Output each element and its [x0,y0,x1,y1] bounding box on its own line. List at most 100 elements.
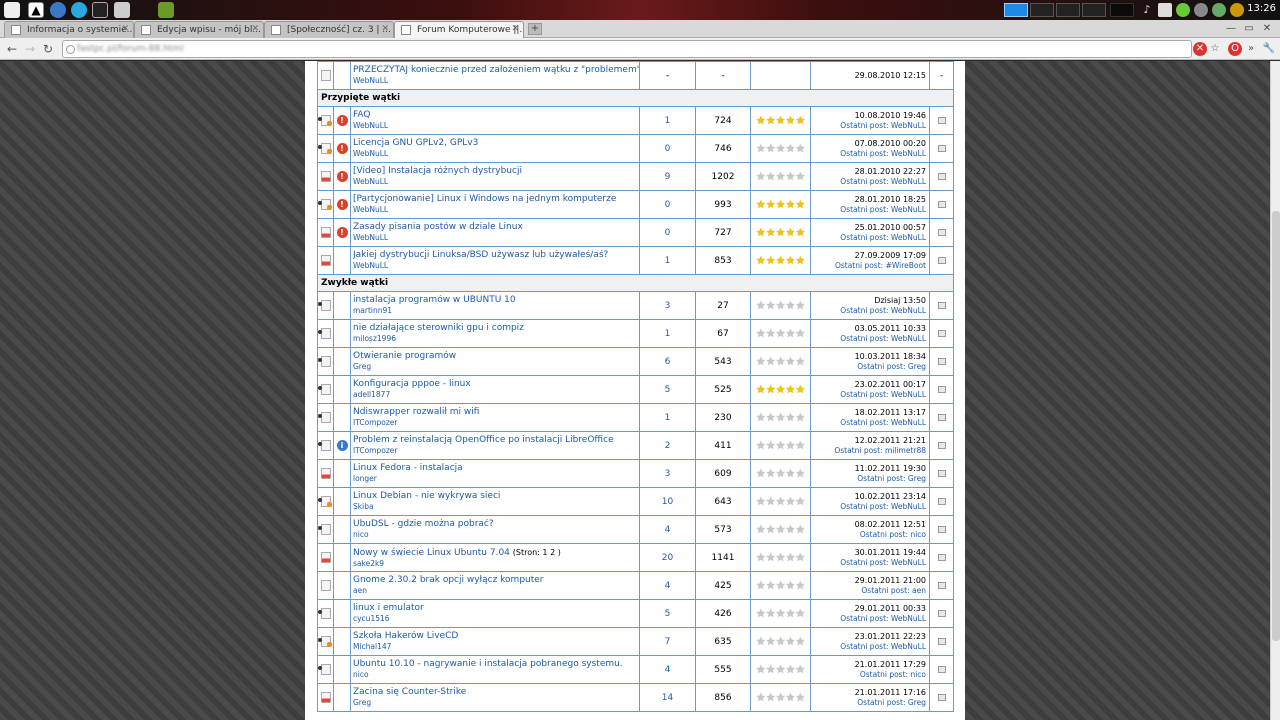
moderation-checkbox[interactable] [937,637,946,645]
thread-title-link[interactable]: Zasady pisania postów w dziale Linux [353,222,523,232]
close-icon[interactable]: ✕ [251,24,259,34]
thread-author-link[interactable]: Greg [353,698,639,708]
tab-system-info[interactable]: Informacja o systemie... ✕ [4,21,134,38]
moderation-checkbox[interactable] [937,329,946,337]
moderation-checkbox[interactable] [937,609,946,617]
last-post-author-link[interactable]: WebNuLL [891,121,926,130]
last-post-author-link[interactable]: milimetr88 [885,446,926,455]
last-post-author-link[interactable]: WebNuLL [891,205,926,214]
close-icon[interactable]: ✕ [381,24,389,34]
replies-count[interactable]: 5 [639,599,696,628]
maximize-icon[interactable]: ▭ [1242,22,1256,35]
moderation-checkbox[interactable] [937,301,946,309]
last-post-author-link[interactable]: #WireBoot [886,261,926,270]
moderation-checkbox[interactable] [937,581,946,589]
last-post-author-link[interactable]: WebNuLL [891,233,926,242]
penguin-icon[interactable] [4,2,20,18]
workspace-2[interactable] [1030,3,1054,17]
last-post-author-link[interactable]: WebNuLL [891,642,926,651]
replies-count[interactable]: 14 [639,683,696,712]
last-post-author-link[interactable]: WebNuLL [891,418,926,427]
new-tab-button[interactable]: + [528,23,542,35]
close-icon[interactable]: ✕ [511,24,519,34]
replies-count[interactable]: 10 [639,487,696,516]
last-post-author-link[interactable]: WebNuLL [891,614,926,623]
last-post-author-link[interactable]: WebNuLL [891,390,926,399]
thread-author-link[interactable]: Michal147 [353,642,639,652]
replies-count[interactable]: 0 [639,218,696,247]
forward-button[interactable]: → [22,41,38,57]
thread-author-link[interactable]: Greg [353,362,639,372]
last-post-author-link[interactable]: Greg [908,474,926,483]
thread-title-link[interactable]: Linux Debian - nie wykrywa sieci [353,491,500,501]
thread-author-link[interactable]: aen [353,586,639,596]
tab-community[interactable]: [Społeczność] cz. 3 | ... ✕ [264,21,394,38]
close-window-icon[interactable]: ✕ [1260,22,1274,35]
thread-title-link[interactable]: FAQ [353,110,370,120]
replies-count[interactable]: 4 [639,655,696,684]
replies-count[interactable]: 3 [639,459,696,488]
linux-menu-icon[interactable]: ▲ [28,2,44,18]
thread-title-link[interactable]: Ubuntu 10.10 - nagrywanie i instalacja p… [353,659,623,669]
moderation-checkbox[interactable] [937,553,946,561]
thread-title-link[interactable]: Szkoła Hakerów LiveCD [353,631,458,641]
replies-count[interactable]: 5 [639,375,696,404]
thread-title-link[interactable]: [Video] Instalacja różnych dystrybucji [353,166,522,176]
thread-author-link[interactable]: nico [353,530,639,540]
settings-icon[interactable] [1230,3,1244,17]
thread-author-link[interactable]: WebNuLL [353,121,639,131]
scrollbar-thumb[interactable] [1272,211,1280,641]
address-bar[interactable]: fastpc.pl/forum-88.html [62,40,1192,58]
announcement-author-link[interactable]: WebNuLL [353,76,639,86]
last-post-author-link[interactable]: nico [910,530,926,539]
tab-forum[interactable]: Forum Komputerowe ||... ✕ [394,21,524,38]
workspace-3[interactable] [1056,3,1080,17]
announcement-title-link[interactable]: PRZECZYTAJ koniecznie przed założeniem w… [353,65,639,76]
thread-title-link[interactable]: [Partycjonowanie] Linux i Windows na jed… [353,194,616,204]
thread-title-link[interactable]: Nowy w świecie Linux Ubuntu 7.04 [353,548,510,558]
replies-count[interactable]: 1 [639,403,696,432]
replies-count[interactable]: 1 [639,319,696,348]
replies-count[interactable]: 1 [639,106,696,135]
thread-pages[interactable]: (Stron: 1 2 ) [513,548,561,557]
last-post-author-link[interactable]: Greg [908,362,926,371]
tab-blog-edit[interactable]: Edycja wpisu - mój bl... ✕ [134,21,264,38]
thread-title-link[interactable]: instalacja programów w UBUNTU 10 [353,295,516,305]
moderation-checkbox[interactable] [937,693,946,701]
last-post-author-link[interactable]: WebNuLL [891,558,926,567]
thread-title-link[interactable]: linux i emulator [353,603,424,613]
thread-author-link[interactable]: ITCompozer [353,446,639,456]
moderation-checkbox[interactable] [937,256,946,264]
last-post-author-link[interactable]: WebNuLL [891,334,926,343]
replies-count[interactable]: 9 [639,162,696,191]
thread-author-link[interactable]: milosz1996 [353,334,639,344]
page-scrollbar[interactable] [1270,61,1280,720]
thread-author-link[interactable]: ITCompozer [353,418,639,428]
moderation-checkbox[interactable] [937,357,946,365]
stop-icon[interactable]: ✕ [1193,42,1207,56]
workspace-1[interactable] [1004,3,1028,17]
last-post-author-link[interactable]: WebNuLL [891,306,926,315]
last-post-author-link[interactable]: Greg [908,698,926,707]
close-icon[interactable]: ✕ [121,24,129,34]
replies-count[interactable]: 3 [639,291,696,320]
thread-title-link[interactable]: Problem z reinstalacją OpenOffice po ins… [353,435,614,445]
game-icon[interactable] [158,2,174,18]
replies-count[interactable]: 0 [639,190,696,219]
bookmark-star-icon[interactable]: ☆ [1208,42,1222,56]
battery-icon[interactable] [1176,3,1190,17]
thread-title-link[interactable]: Jakiej dystrybucji Linuksa/BSD używasz l… [353,250,608,260]
thread-author-link[interactable]: longer [353,474,639,484]
opera-icon[interactable]: O [1228,42,1242,56]
wrench-icon[interactable]: 🔧 [1262,42,1276,56]
thread-author-link[interactable]: martinn91 [353,306,639,316]
moderation-checkbox[interactable] [937,385,946,393]
thread-author-link[interactable]: Skiba [353,502,639,512]
reload-button[interactable]: ↻ [40,41,56,57]
moderation-checkbox[interactable] [937,116,946,124]
replies-count[interactable]: 1 [639,246,696,275]
thread-title-link[interactable]: Konfiguracja pppoe - linux [353,379,471,389]
network-icon[interactable] [1158,3,1172,17]
user-icon[interactable] [1212,3,1226,17]
moderation-checkbox[interactable] [937,413,946,421]
